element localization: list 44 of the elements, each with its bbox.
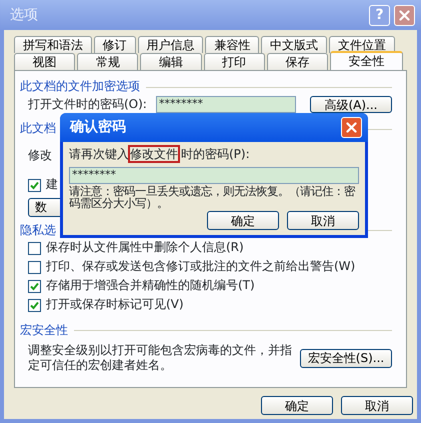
checkbox[interactable] xyxy=(28,260,41,274)
tab[interactable]: 保存 xyxy=(266,53,328,70)
section-heading: 宏安全性 xyxy=(20,322,68,338)
section-heading: 隐私选 xyxy=(20,222,56,238)
cancel-button[interactable]: 取消 xyxy=(287,211,359,230)
close-button[interactable] xyxy=(394,4,415,26)
checkbox[interactable] xyxy=(28,298,41,312)
tab[interactable]: 常规 xyxy=(77,53,138,70)
checkbox[interactable] xyxy=(28,178,41,192)
advanced-button[interactable]: 高级(A)... xyxy=(310,96,392,113)
tab[interactable]: 拼写和语法 xyxy=(14,36,92,53)
close-icon xyxy=(399,10,410,20)
tab[interactable]: 修订 xyxy=(94,36,136,53)
tab[interactable]: 兼容性 xyxy=(205,36,260,53)
cancel-button[interactable]: 取消 xyxy=(341,396,413,415)
checkbox-label: 保存时从文件属性中删除个人信息(R) xyxy=(46,240,244,256)
macro-description: 调整安全级别以打开可能包含宏病毒的文件，并指定可信任的宏创建者姓名。 xyxy=(28,342,293,374)
tab[interactable]: 编辑 xyxy=(140,53,202,70)
window-title: 选项 xyxy=(10,6,39,24)
password-field[interactable]: ******** xyxy=(156,96,296,113)
tab[interactable]: 打印 xyxy=(204,53,265,70)
dialog-title: 确认密码 xyxy=(70,118,127,137)
section-heading: 此文档的文件加密选项 xyxy=(20,79,140,95)
checkbox-label: 打印、保存或发送包含修订或批注的文件之前给出警告(W) xyxy=(46,259,356,275)
checkbox[interactable] xyxy=(28,242,41,255)
password-prompt: 请再次键入修改文件 时的密码(P): xyxy=(69,147,251,163)
macro-security-button[interactable]: 宏安全性(S)... xyxy=(300,348,392,368)
tab[interactable]: 中文版式 xyxy=(261,36,328,53)
checkbox-label: 建 xyxy=(46,177,58,193)
field-label: 修改 xyxy=(28,148,52,162)
close-button[interactable] xyxy=(341,117,362,138)
close-icon xyxy=(346,122,357,133)
checkbox-label: 存储用于增强合并精确性的随机编号(T) xyxy=(46,278,255,294)
tab[interactable]: 用户信息 xyxy=(138,36,204,53)
password-field[interactable]: ******** xyxy=(69,166,359,184)
warning-note: 请注意：密码一旦丢失或遗忘，则无法恢复。（请记住：密码需区分大小写）。 xyxy=(69,186,356,210)
checkbox[interactable] xyxy=(28,280,41,293)
field-label: 打开文件时的密码(O): xyxy=(28,96,148,112)
ok-button[interactable]: 确定 xyxy=(261,396,333,415)
section-heading: 此文档 xyxy=(20,121,56,137)
checkbox-label: 打开或保存时标记可见(V) xyxy=(46,297,184,313)
tab[interactable]: 安全性 xyxy=(330,51,404,70)
tab[interactable]: 视图 xyxy=(14,53,76,70)
ok-button[interactable]: 确定 xyxy=(207,211,279,230)
